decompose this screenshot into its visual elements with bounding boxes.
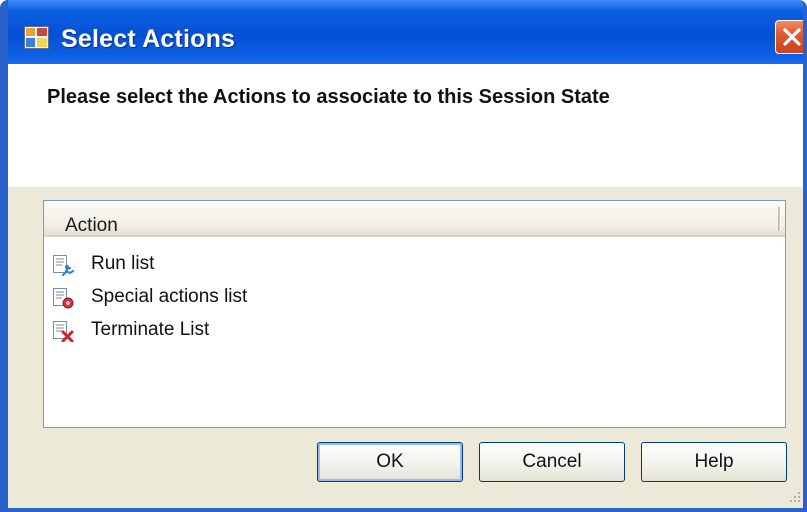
special-actions-list-icon	[52, 287, 74, 309]
actions-list[interactable]: Action Run list Special actions list Ter…	[43, 200, 786, 428]
header-panel: Please select the Actions to associate t…	[8, 64, 803, 187]
list-item[interactable]: Run list	[52, 251, 752, 281]
select-actions-dialog: Select Actions Please select the Actions…	[0, 0, 807, 512]
app-window-icon	[24, 26, 49, 49]
cancel-button[interactable]: Cancel	[479, 442, 625, 482]
list-item[interactable]: Terminate List	[52, 317, 752, 347]
column-header-action: Action	[65, 215, 118, 236]
list-item-label: Terminate List	[91, 319, 210, 340]
window-title: Select Actions	[61, 25, 236, 53]
list-item[interactable]: Special actions list	[52, 284, 752, 314]
close-button[interactable]	[775, 20, 803, 54]
resize-grip-icon[interactable]	[789, 490, 801, 504]
list-column-header[interactable]: Action	[44, 201, 785, 237]
column-divider[interactable]	[778, 207, 781, 231]
title-bar[interactable]: Select Actions	[8, 0, 803, 64]
terminate-list-icon	[52, 320, 74, 343]
close-icon	[783, 28, 801, 46]
list-item-label: Run list	[91, 253, 155, 274]
help-button[interactable]: Help	[641, 442, 787, 482]
list-item-label: Special actions list	[91, 286, 248, 307]
run-list-icon	[52, 254, 74, 276]
ok-button[interactable]: OK	[317, 442, 463, 482]
instruction-text: Please select the Actions to associate t…	[47, 86, 610, 108]
